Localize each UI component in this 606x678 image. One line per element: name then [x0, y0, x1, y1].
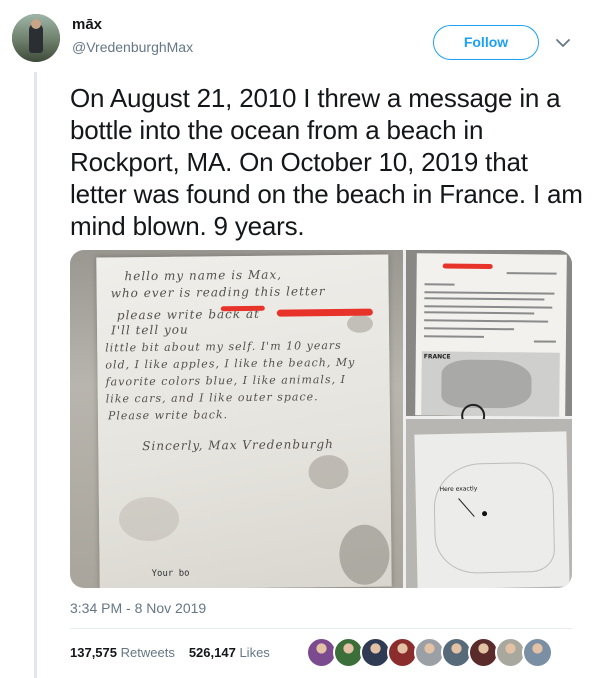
letter-line: like cars, and I like outer space.: [105, 390, 319, 406]
divider: [70, 628, 572, 629]
thread-line: [34, 72, 37, 678]
likes-stat[interactable]: 526,147 Likes: [189, 645, 270, 660]
redaction-mark: [220, 305, 265, 312]
avatar[interactable]: [12, 14, 60, 62]
letter-line: who ever is reading this letter: [110, 284, 326, 301]
liker-avatar[interactable]: [522, 637, 553, 668]
display-name[interactable]: māx: [72, 16, 102, 33]
letter-line: little bit about my self. I'm 10 years: [105, 338, 342, 355]
chevron-down-icon[interactable]: [554, 34, 572, 52]
letter-line: old, I like apples, I like the beach, My: [105, 355, 356, 372]
media-grid[interactable]: hello my name is Max, who ever is readin…: [70, 250, 572, 588]
tweet-text: On August 21, 2010 I threw a message in …: [70, 83, 583, 241]
map-document: Here exactly: [414, 431, 570, 588]
france-map-thumbnail: [421, 351, 560, 417]
engagement-stats: 137,575 Retweets 526,147 Likes: [70, 645, 270, 660]
letter-signature: Sincerly, Max Vredenburgh: [142, 437, 334, 454]
photo-letter[interactable]: hello my name is Max, who ever is readin…: [70, 250, 403, 588]
letter-line: favorite colors blue, I like animals, I: [105, 372, 346, 389]
letter-line: hello my name is Max,: [124, 267, 283, 284]
user-handle[interactable]: @VredenburghMax: [72, 39, 193, 55]
letter-line: I'll tell you: [110, 322, 189, 338]
retweets-stat[interactable]: 137,575 Retweets: [70, 645, 175, 660]
follow-button[interactable]: Follow: [433, 25, 539, 60]
photo-reply-letter[interactable]: FRANCE: [406, 250, 572, 428]
letter-footer: Your bo: [151, 568, 190, 579]
letter-line: Please write back.: [107, 408, 229, 423]
handwritten-letter: hello my name is Max, who ever is readin…: [96, 254, 392, 588]
tweet-timestamp[interactable]: 3:34 PM - 8 Nov 2019: [70, 600, 206, 616]
doc-heading: FRANCE: [423, 353, 451, 361]
photo-map[interactable]: Here exactly: [406, 419, 572, 588]
map-label: Here exactly: [439, 485, 478, 494]
reply-document: FRANCE: [415, 253, 567, 428]
redaction-mark: [276, 308, 373, 317]
